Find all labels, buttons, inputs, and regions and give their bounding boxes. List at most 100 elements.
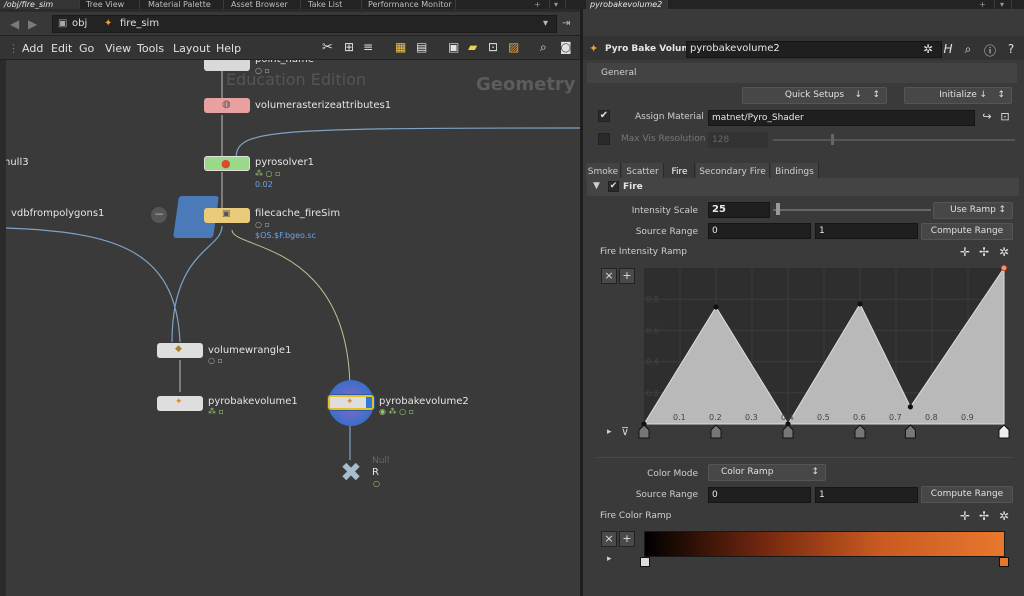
tools-icon[interactable]: ✂ xyxy=(322,40,333,55)
color-mode-dropdown[interactable]: Color Ramp ↕ xyxy=(708,464,826,481)
search-icon[interactable]: ⌕ xyxy=(959,42,977,57)
ramp-control-point[interactable] xyxy=(857,301,863,307)
ramp-key-handle[interactable] xyxy=(710,424,722,439)
info-icon[interactable]: ⓘ xyxy=(981,42,999,59)
tab-tree-view[interactable]: Tree View xyxy=(82,0,140,9)
quick-setups-dropdown[interactable]: Quick Setups ↓ ↕ xyxy=(742,87,887,104)
menu-edit[interactable]: Edit xyxy=(51,42,72,55)
ramp-key-handle[interactable] xyxy=(782,424,794,439)
ramp-options-icon[interactable]: ⊽ xyxy=(621,425,629,438)
gear-icon[interactable]: ✲ xyxy=(919,42,937,56)
insert-point-icon[interactable]: ✢ xyxy=(977,509,991,523)
node-volumerasterizeattributes1[interactable]: ◍ xyxy=(204,98,250,113)
source-range-min-field[interactable]: 0 xyxy=(708,223,811,239)
back-arrow-icon[interactable]: ◀ xyxy=(10,17,19,31)
fire-enable-checkbox[interactable]: ✔ xyxy=(608,181,619,192)
source-range2-min-field[interactable]: 0 xyxy=(708,487,811,503)
menu-add[interactable]: Add xyxy=(22,42,43,55)
max-vis-checkbox[interactable] xyxy=(598,133,610,145)
color-ramp-key-start[interactable] xyxy=(640,557,650,567)
node-ref-icon[interactable]: ↪ xyxy=(979,110,995,123)
node-pyrobakevolume1[interactable]: ✦ xyxy=(157,396,203,411)
dot-icon[interactable]: ⊡ xyxy=(488,40,498,54)
fire-folder-header[interactable] xyxy=(587,178,1019,196)
node-label-null3[interactable]: null3 xyxy=(6,157,29,168)
source-range-max-field[interactable]: 1 xyxy=(815,223,918,239)
forward-arrow-icon[interactable]: ▶ xyxy=(28,17,37,31)
pane-menu-icon[interactable]: ▾ xyxy=(550,0,566,9)
pin-icon[interactable]: ⇥ xyxy=(562,18,570,29)
node-label-vdbfrompolygons1[interactable]: vdbfrompolygons1 xyxy=(11,208,104,219)
help-icon[interactable]: ? xyxy=(1002,42,1020,56)
add-tab-icon[interactable]: + xyxy=(530,0,550,9)
menu-help[interactable]: Help xyxy=(216,42,241,55)
tab-material-palette[interactable]: Material Palette xyxy=(144,0,224,9)
intensity-scale-field[interactable]: 25 xyxy=(708,202,770,218)
node-pyrobakevolume2[interactable]: ✦ xyxy=(328,395,374,410)
collapse-icon[interactable]: − xyxy=(151,207,167,223)
crumb-fire-sim[interactable]: fire_sim xyxy=(120,18,159,29)
null-node-icon[interactable]: ✖ xyxy=(336,458,366,488)
menu-go[interactable]: Go xyxy=(79,42,94,55)
grid-icon[interactable]: ▦ xyxy=(395,40,406,54)
ramp-key-handle[interactable] xyxy=(904,424,916,439)
network-editor[interactable]: Education Edition Geometry point_name ○ … xyxy=(6,60,580,596)
compute-range2-button[interactable]: Compute Range xyxy=(921,486,1013,503)
expand-triangle-icon[interactable]: ▸ xyxy=(607,554,612,564)
max-vis-slider-handle[interactable] xyxy=(831,134,834,145)
ramp-key-handle[interactable] xyxy=(998,424,1010,439)
node-pyrosolver1[interactable]: ● xyxy=(204,156,250,171)
collapse-triangle-icon[interactable]: ▼ xyxy=(593,181,600,191)
tab-fire-sim[interactable]: /obj/fire_sim xyxy=(0,0,80,9)
sticky-note-icon[interactable]: ▰ xyxy=(468,40,477,54)
color-ramp-gear-icon[interactable]: ✲ xyxy=(997,509,1011,523)
expand-triangle-icon[interactable]: ▸ xyxy=(607,427,612,437)
image-icon[interactable]: ▣ xyxy=(448,40,459,54)
pane-menu-icon-right[interactable]: ▾ xyxy=(996,0,1012,9)
compute-range-button[interactable]: Compute Range xyxy=(921,223,1013,240)
node-name-field[interactable]: pyrobakevolume2 xyxy=(686,41,942,58)
fire-color-ramp-bar[interactable] xyxy=(644,531,1005,557)
fire-intensity-ramp-graph[interactable]: 0.1 0.2 0.3 0.4 0.5 0.6 0.7 0.8 0.9 0.2 0.4 0.6 0.8 xyxy=(638,264,1010,450)
menu-view[interactable]: View xyxy=(105,42,131,55)
general-folder[interactable] xyxy=(587,63,1017,83)
initialize-dropdown[interactable]: Initialize ↓ ↕ xyxy=(904,87,1012,104)
insert-point-icon[interactable]: ✢ xyxy=(977,245,991,259)
tree-icon[interactable]: ⊞ xyxy=(344,40,354,54)
ramp-add-button[interactable]: + xyxy=(619,268,635,284)
list-icon[interactable]: ≡ xyxy=(363,40,373,54)
node-filecache-firesim[interactable]: ▣ xyxy=(204,208,250,223)
ramp-delete-button[interactable]: × xyxy=(601,268,617,284)
max-vis-field[interactable]: 128 xyxy=(708,132,768,148)
help-h-icon[interactable]: H xyxy=(939,42,957,56)
ramp-control-point[interactable] xyxy=(713,304,719,310)
tab-pyrobakevolume2[interactable]: pyrobakevolume2 xyxy=(586,0,668,9)
move-point-icon[interactable]: ✛ xyxy=(958,509,972,523)
network-box-icon[interactable]: ▤ xyxy=(416,40,427,54)
tab-take-list[interactable]: Take List xyxy=(304,0,362,9)
color-ramp-add-button[interactable]: + xyxy=(619,531,635,547)
tab-performance-monitor[interactable]: Performance Monitor xyxy=(364,0,456,9)
bundle-icon[interactable]: ▨ xyxy=(508,40,519,54)
node-chooser-icon[interactable]: ⊡ xyxy=(997,110,1013,123)
color-ramp-key-end[interactable] xyxy=(999,557,1009,567)
assign-material-field[interactable]: matnet/Pyro_Shader xyxy=(708,110,975,126)
ramp-key-handle[interactable] xyxy=(854,424,866,439)
intensity-slider-track[interactable] xyxy=(773,209,931,211)
source-range2-max-field[interactable]: 1 xyxy=(815,487,918,503)
node-volumewrangle1[interactable]: ◆ xyxy=(157,343,203,358)
intensity-slider-handle[interactable] xyxy=(776,203,781,215)
color-ramp-delete-button[interactable]: × xyxy=(601,531,617,547)
node-point-name[interactable] xyxy=(204,60,250,71)
ramp-key-handle[interactable] xyxy=(638,424,650,439)
use-ramp-dropdown[interactable]: Use Ramp ↕ xyxy=(933,202,1013,219)
ramp-gear-icon[interactable]: ✲ xyxy=(997,245,1011,259)
ramp-control-point[interactable] xyxy=(907,404,913,410)
menu-layout[interactable]: Layout xyxy=(173,42,210,55)
camera-icon[interactable]: ◙ xyxy=(560,40,572,54)
search-icon[interactable]: ⌕ xyxy=(540,40,547,55)
assign-material-checkbox[interactable]: ✔ xyxy=(598,110,610,122)
max-vis-slider-track[interactable] xyxy=(773,139,1015,141)
move-point-icon[interactable]: ✛ xyxy=(958,245,972,259)
path-dropdown-icon[interactable]: ▾ xyxy=(543,18,548,29)
